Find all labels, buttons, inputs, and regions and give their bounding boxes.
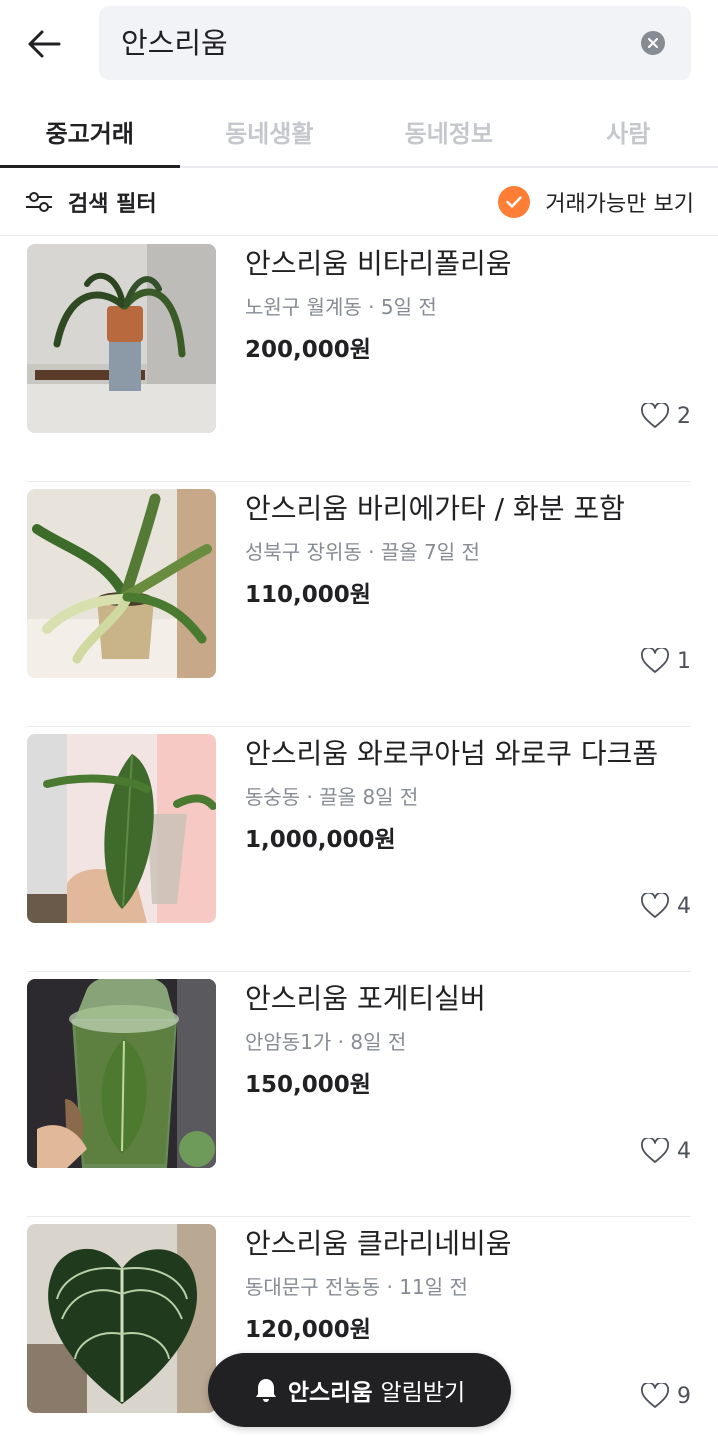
- item-title: 안스리움 클라리네비움: [245, 1227, 512, 1260]
- item-title: 안스리움 포게티실버: [245, 982, 486, 1015]
- item-info: 안스리움 클라리네비움 동대문구 전농동 · 11일 전 120,000원: [245, 1224, 691, 1346]
- back-button[interactable]: [22, 22, 66, 66]
- available-only-checkbox[interactable]: [498, 186, 531, 218]
- item-time: 11일 전: [399, 1275, 468, 1299]
- item-info: 안스리움 와로쿠아넘 와로쿠 다크폼 동숭동 · 끌올 8일 전 1,000,0…: [245, 734, 691, 856]
- item-price: 120,000원: [245, 1317, 371, 1343]
- search-input[interactable]: 안스리움: [99, 6, 691, 80]
- keyword-alarm-button[interactable]: 안스리움 알림받기: [208, 1353, 511, 1427]
- list-item[interactable]: 안스리움 비타리폴리움 노원구 월계동 · 5일 전 200,000원 2: [0, 237, 718, 482]
- list-item[interactable]: 안스리움 와로쿠아넘 와로쿠 다크폼 동숭동 · 끌올 8일 전 1,000,0…: [0, 727, 718, 972]
- item-likes[interactable]: 9: [641, 1381, 691, 1411]
- item-list: 안스리움 비타리폴리움 노원구 월계동 · 5일 전 200,000원 2 안스…: [0, 237, 718, 1438]
- item-likes[interactable]: 2: [641, 401, 691, 431]
- item-likes[interactable]: 4: [641, 891, 691, 921]
- item-location: 동숭동: [245, 785, 301, 809]
- item-meta: 동숭동 · 끌올 8일 전: [245, 785, 419, 809]
- filter-row: 검색 필터 거래가능만 보기: [0, 168, 718, 236]
- item-info: 안스리움 비타리폴리움 노원구 월계동 · 5일 전 200,000원: [245, 244, 691, 366]
- item-thumbnail: [27, 1224, 216, 1413]
- item-title: 안스리움 와로쿠아넘 와로쿠 다크폼: [245, 737, 659, 770]
- item-time: 끌올 7일 전: [380, 540, 480, 564]
- item-location: 안암동1가: [245, 1030, 332, 1054]
- like-count: 4: [677, 893, 691, 919]
- item-thumbnail: [27, 979, 216, 1168]
- item-thumbnail: [27, 244, 216, 433]
- bell-icon: [255, 1379, 276, 1402]
- item-title: 안스리움 바리에가타 / 화분 포함: [245, 492, 625, 525]
- tab-used-trade[interactable]: 중고거래: [0, 96, 180, 168]
- like-count: 2: [677, 403, 691, 429]
- like-count: 1: [677, 648, 691, 674]
- arrow-left-icon: [28, 30, 61, 58]
- available-only-label: 거래가능만 보기: [545, 192, 694, 217]
- item-thumbnail: [27, 734, 216, 923]
- item-price: 150,000원: [245, 1072, 371, 1098]
- item-location: 노원구 월계동: [245, 295, 362, 319]
- item-time: 끌올 8일 전: [319, 785, 419, 809]
- search-filter-label: 검색 필터: [68, 192, 157, 217]
- available-only-toggle[interactable]: 거래가능만 보기: [498, 182, 694, 222]
- heart-icon: [641, 1138, 669, 1163]
- like-count: 4: [677, 1138, 691, 1164]
- item-info: 안스리움 바리에가타 / 화분 포함 성북구 장위동 · 끌올 7일 전 110…: [245, 489, 691, 611]
- alarm-keyword: 안스리움: [287, 1380, 373, 1406]
- tab-people[interactable]: 사람: [539, 96, 718, 166]
- search-tabs: 중고거래 동네생활 동네정보 사람: [0, 96, 718, 168]
- heart-icon: [641, 648, 669, 673]
- sliders-icon: [26, 192, 52, 212]
- heart-icon: [641, 893, 669, 918]
- item-location: 성북구 장위동: [245, 540, 362, 564]
- item-time: 5일 전: [380, 295, 437, 319]
- item-likes[interactable]: 1: [641, 646, 691, 676]
- like-count: 9: [677, 1383, 691, 1409]
- top-bar: 안스리움: [0, 0, 718, 88]
- search-query-text: 안스리움: [121, 26, 228, 60]
- item-location: 동대문구 전농동: [245, 1275, 381, 1299]
- item-meta: 성북구 장위동 · 끌올 7일 전: [245, 540, 480, 564]
- check-icon: [506, 196, 523, 208]
- tab-neighborhood-life[interactable]: 동네생활: [180, 96, 360, 166]
- item-time: 8일 전: [350, 1030, 407, 1054]
- item-meta: 동대문구 전농동 · 11일 전: [245, 1275, 468, 1299]
- item-price: 110,000원: [245, 582, 371, 608]
- item-likes[interactable]: 4: [641, 1136, 691, 1166]
- item-title: 안스리움 비타리폴리움: [245, 247, 512, 280]
- clear-search-button[interactable]: [641, 31, 665, 55]
- heart-icon: [641, 1383, 669, 1408]
- item-info: 안스리움 포게티실버 안암동1가 · 8일 전 150,000원: [245, 979, 691, 1101]
- tab-neighborhood-info[interactable]: 동네정보: [359, 96, 539, 166]
- search-filter-button[interactable]: 검색 필터: [24, 182, 157, 222]
- item-thumbnail: [27, 489, 216, 678]
- list-item[interactable]: 안스리움 바리에가타 / 화분 포함 성북구 장위동 · 끌올 7일 전 110…: [0, 482, 718, 727]
- heart-icon: [641, 403, 669, 428]
- alarm-label: 알림받기: [380, 1380, 466, 1406]
- item-meta: 노원구 월계동 · 5일 전: [245, 295, 437, 319]
- close-icon: [648, 38, 658, 48]
- item-price: 1,000,000원: [245, 827, 396, 853]
- list-item[interactable]: 안스리움 포게티실버 안암동1가 · 8일 전 150,000원 4: [0, 972, 718, 1217]
- item-meta: 안암동1가 · 8일 전: [245, 1030, 407, 1054]
- item-price: 200,000원: [245, 337, 371, 363]
